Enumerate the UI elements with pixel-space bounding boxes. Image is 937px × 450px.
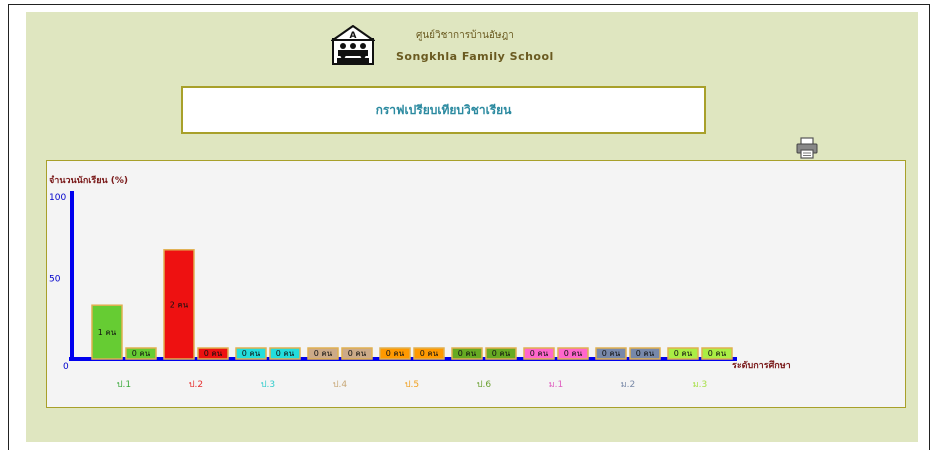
bar-data-label: 0 คน: [564, 349, 583, 358]
school-name-th: ศูนย์วิชาการบ้านอัษฎา: [416, 30, 514, 41]
bar-data-label: 0 คน: [386, 349, 405, 358]
x-tick-label: ม.3: [693, 380, 708, 390]
logo-letter: A: [350, 31, 357, 41]
bar-data-label: 0 คน: [492, 349, 511, 358]
chart-title: กราฟเปรียบเทียบวิชาเรียน: [375, 102, 512, 117]
y-axis-label: จำนวนนักเรียน (%): [49, 175, 128, 186]
x-tick-label: ม.2: [621, 380, 636, 390]
y-tick-label: 50: [49, 275, 61, 285]
y-tick-label: 100: [49, 193, 66, 203]
printer-icon[interactable]: [795, 136, 819, 160]
bar-chart: จำนวนนักเรียน (%) ระดับการศึกษา 0 50 100 1 คน…: [49, 175, 791, 390]
bar-data-label: 2 คน: [170, 300, 189, 309]
bar-data-label: 0 คน: [314, 349, 333, 358]
chart-panel: จำนวนนักเรียน (%) ระดับการศึกษา 0 50 100 1 คน…: [46, 160, 906, 408]
bar-data-label: 0 คน: [132, 349, 151, 358]
x-tick-label: ป.1: [117, 380, 131, 390]
y-tick-label: 0: [63, 362, 69, 372]
title-box: กราฟเปรียบเทียบวิชาเรียน: [181, 86, 706, 134]
school-name-en: Songkhla Family School: [396, 50, 554, 63]
bar-data-label: 0 คน: [674, 349, 693, 358]
bar-data-label: 0 คน: [204, 349, 223, 358]
bar-data-label: 0 คน: [708, 349, 727, 358]
bar-data-label: 0 คน: [242, 349, 261, 358]
bar-data-label: 1 คน: [98, 328, 117, 337]
school-logo: A: [329, 24, 377, 65]
x-tick-label: ป.5: [405, 380, 419, 390]
x-tick-label: ป.4: [333, 380, 348, 390]
bar-data-label: 0 คน: [458, 349, 477, 358]
bar-data-label: 0 คน: [420, 349, 439, 358]
x-tick-label: ม.1: [549, 380, 564, 390]
bar-data-label: 0 คน: [276, 349, 295, 358]
x-tick-label: ป.2: [189, 380, 203, 390]
bar-data-label: 0 คน: [602, 349, 621, 358]
x-axis-label: ระดับการศึกษา: [732, 360, 791, 371]
x-tick-label: ป.6: [477, 380, 492, 390]
bar-data-label: 0 คน: [636, 349, 655, 358]
bar-data-label: 0 คน: [348, 349, 367, 358]
report-page: A ศูนย์วิชาการบ้านอัษฎา Songkhla Family …: [26, 12, 918, 442]
bar-data-label: 0 คน: [530, 349, 549, 358]
x-tick-label: ป.3: [261, 380, 275, 390]
